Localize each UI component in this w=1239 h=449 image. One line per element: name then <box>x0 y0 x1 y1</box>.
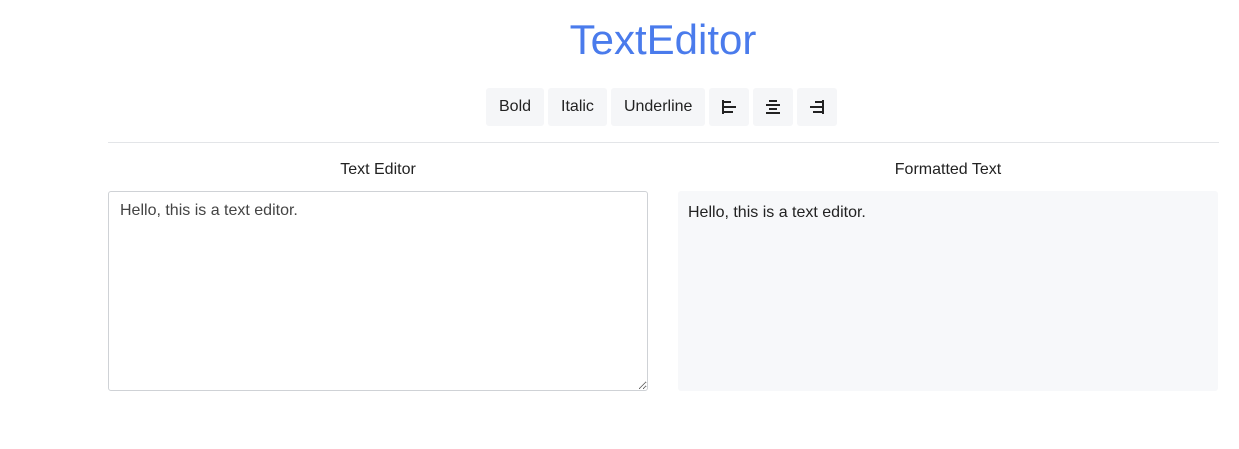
formatting-toolbar: Bold Italic Underline <box>486 88 838 126</box>
page-title: TextEditor <box>569 16 757 63</box>
underline-button[interactable]: Underline <box>610 88 706 126</box>
bold-button[interactable]: Bold <box>486 88 545 126</box>
align-center-icon <box>766 100 781 114</box>
align-left-button[interactable] <box>709 88 750 126</box>
editor-label: Text Editor <box>340 161 416 178</box>
italic-button[interactable]: Italic <box>548 88 607 126</box>
text-editor-input[interactable]: Hello, this is a text editor. <box>108 191 648 391</box>
align-left-icon <box>722 100 737 114</box>
align-center-button[interactable] <box>753 88 794 126</box>
preview-label: Formatted Text <box>894 161 1002 178</box>
align-right-button[interactable] <box>797 88 838 126</box>
text-editor-app: TextEditor Bold Italic Underline Text Ed… <box>0 0 1239 449</box>
align-right-icon <box>810 100 825 114</box>
formatted-text-preview: Hello, this is a text editor. <box>678 191 1218 391</box>
toolbar-divider <box>108 142 1219 143</box>
formatted-text-content: Hello, this is a text editor. <box>688 204 866 221</box>
